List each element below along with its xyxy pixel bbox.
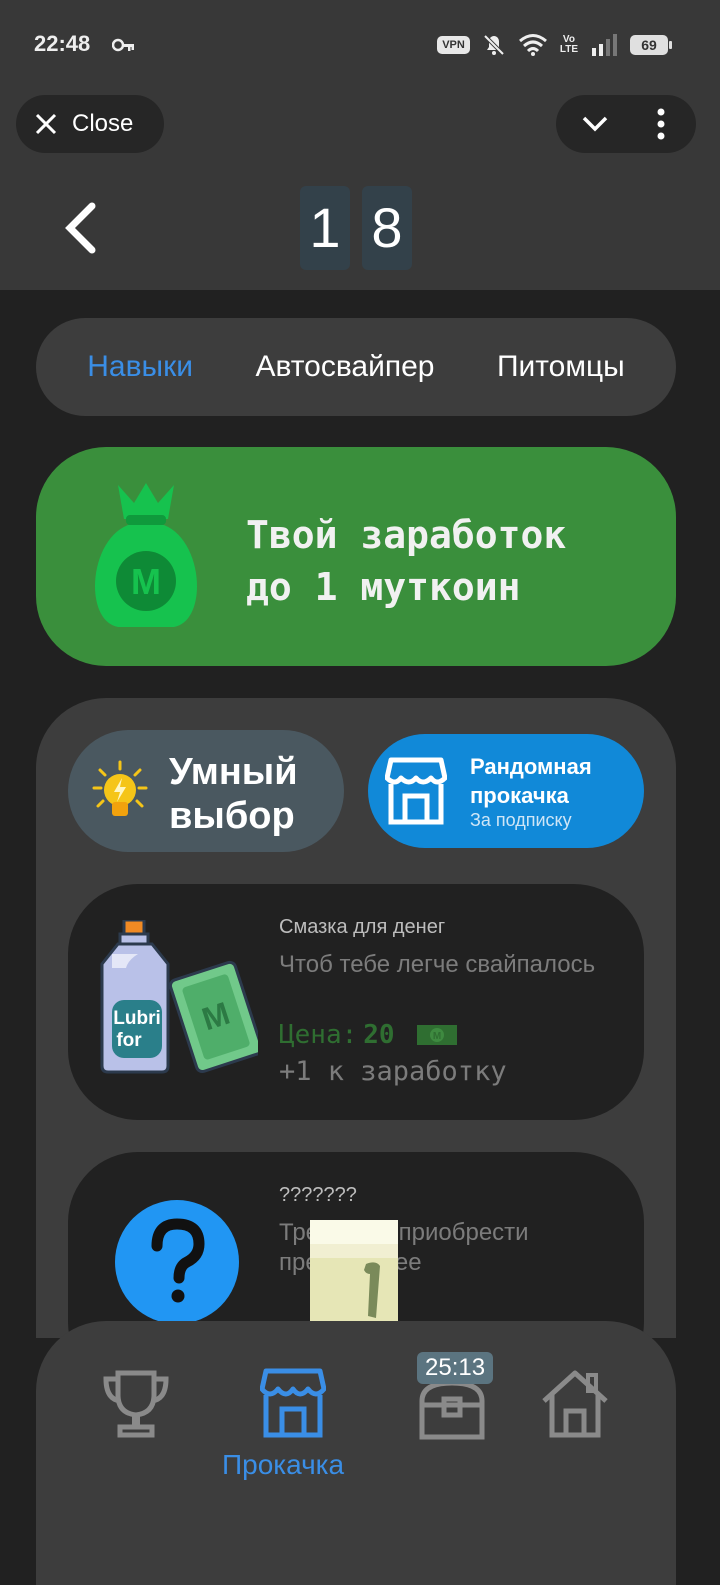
svg-text:M: M (131, 561, 161, 602)
trophy-icon[interactable] (100, 1367, 172, 1439)
shop-icon (385, 757, 447, 825)
random-upgrade-line2: прокачка (470, 783, 569, 808)
chevron-down-icon[interactable] (580, 109, 610, 139)
banknote-icon: M (416, 1025, 457, 1045)
more-options-icon[interactable] (654, 108, 668, 140)
key-icon (112, 38, 134, 52)
random-upgrade-line1: Рандомная (470, 754, 592, 779)
random-upgrade-title: Рандомная прокачка (470, 752, 592, 810)
svg-text:M: M (432, 1031, 440, 1042)
shop-icon[interactable] (260, 1367, 326, 1439)
card-title: ??????? (279, 1184, 357, 1206)
money-bag-icon: M (95, 483, 197, 627)
volte-icon: Vo LTE (559, 34, 578, 55)
back-arrow-icon[interactable] (60, 200, 100, 256)
battery-icon: 69 (630, 35, 672, 55)
jug-label-1: Lubri (113, 1008, 161, 1029)
skill-card[interactable]: M Lubri for Смазка для денег Чтоб тебе л… (68, 884, 644, 1120)
card-title: Смазка для денег (279, 916, 446, 938)
smart-choice-line1: Умный (169, 751, 298, 793)
price-value: 20 (363, 1020, 395, 1050)
category-tabs: Навыки Автосвайпер Питомцы (36, 318, 676, 416)
random-upgrade-subtitle: За подписку (470, 810, 572, 830)
earnings-banner: M Твой заработок до 1 муткоин (36, 447, 676, 666)
vpn-icon: VPN (437, 36, 470, 54)
card-description: Чтоб тебе легче свайпалось (279, 951, 596, 978)
skill-card-locked[interactable]: ??????? Требуется приобрести предыдущее (68, 1152, 644, 1338)
bottom-nav: Прокачка 25:13 (36, 1321, 676, 1585)
jug-label-2: for (116, 1030, 142, 1051)
chest-icon[interactable] (416, 1379, 488, 1441)
random-upgrade-button[interactable]: Рандомная прокачка За подписку (368, 734, 644, 848)
question-mark-icon (115, 1200, 239, 1324)
close-button[interactable]: Close (16, 95, 164, 153)
top-bar: 22:48 VPN Vo LTE 69 Close 1 8 (0, 0, 720, 290)
skills-panel: Умный выбор Рандомная прокачка За подпис… (36, 698, 676, 1338)
counter-digit: 1 (300, 186, 350, 270)
lubricant-jug-icon: M Lubri for (100, 920, 258, 1074)
status-time: 22:48 (34, 31, 91, 56)
smart-choice-line2: выбор (169, 795, 295, 837)
mute-bell-icon (483, 34, 505, 56)
signal-icon (592, 34, 617, 56)
counter-digit: 8 (362, 186, 412, 270)
tab-skills[interactable]: Навыки (87, 350, 193, 384)
wifi-icon (518, 34, 547, 56)
nav-upgrade-label[interactable]: Прокачка (222, 1449, 344, 1481)
earnings-text: Твой заработок до 1 муткоин (246, 509, 566, 613)
webview-menu (556, 95, 696, 153)
card-price: Цена: 20 M (279, 1020, 457, 1050)
paper-note-icon (310, 1220, 398, 1326)
smart-choice-label: Умный выбор (169, 750, 298, 838)
status-icons: VPN Vo LTE 69 (437, 33, 672, 57)
chest-timer: 25:13 (417, 1352, 494, 1384)
price-label: Цена: (279, 1020, 358, 1050)
close-icon (35, 113, 57, 135)
coin-counter: 1 8 (300, 186, 412, 270)
lightbulb-icon (92, 760, 148, 816)
home-icon[interactable] (540, 1367, 610, 1439)
card-bonus: +1 к заработку (279, 1056, 507, 1087)
earnings-line1: Твой заработок (246, 513, 567, 557)
earnings-line2: до 1 муткоин (246, 565, 521, 609)
tab-pets[interactable]: Питомцы (497, 350, 625, 384)
tab-autoswiper[interactable]: Автосвайпер (255, 350, 434, 384)
smart-choice-button[interactable]: Умный выбор (68, 730, 344, 852)
close-label: Close (72, 110, 134, 137)
